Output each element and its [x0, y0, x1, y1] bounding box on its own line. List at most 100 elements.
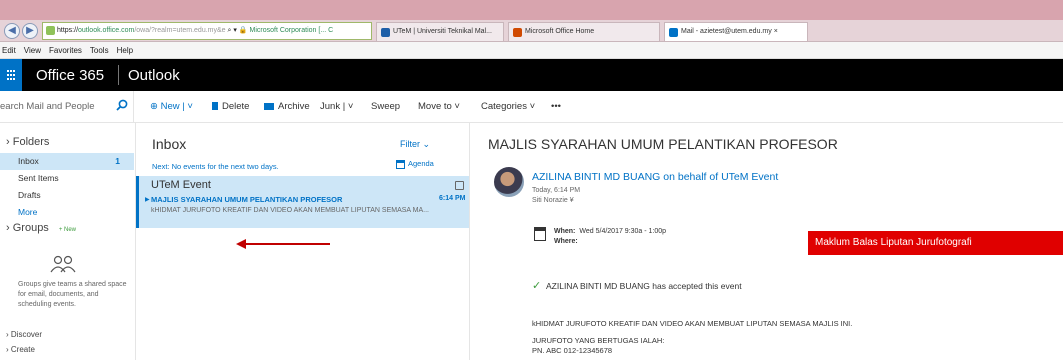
unread-count: 1	[115, 156, 120, 166]
junk-button[interactable]: Junk | ˅	[320, 101, 353, 112]
suite-header: Office 365 Outlook	[0, 59, 1063, 91]
folder-label: Sent Items	[18, 173, 59, 183]
create-link[interactable]: › Create	[6, 345, 35, 354]
browser-toolbar: ◀ ▶ https://outlook.office.com/owa/?real…	[0, 20, 1063, 42]
secure-icon	[46, 26, 55, 35]
groups-icon	[50, 255, 76, 273]
menu-bar: Edit View Favorites Tools Help	[0, 42, 1063, 59]
archive-button[interactable]: Archive	[264, 101, 310, 112]
create-label: Create	[10, 345, 35, 354]
recipient-list[interactable]: Siti Norazie ¥	[532, 197, 574, 204]
list-item[interactable]: UTeM Event ▶ MAJLIS SYARAHAN UMUM PELANT…	[136, 176, 469, 228]
accepted-status: AZILINA BINTI MD BUANG has accepted this…	[546, 281, 742, 291]
next-events-notice: Next: No events for the next two days.	[152, 162, 279, 171]
email-body-line: kHIDMAT JURUFOTO KREATIF DAN VIDEO AKAN …	[532, 319, 853, 328]
folder-label: Drafts	[18, 190, 41, 200]
folder-sent-items[interactable]: Sent Items	[0, 170, 134, 187]
more-actions-button[interactable]: •••	[551, 101, 561, 112]
message-flag-icon[interactable]	[455, 181, 464, 190]
annotation-callout: Maklum Balas Liputan Jurufotografi	[808, 231, 1063, 255]
header-divider	[118, 65, 119, 85]
folder-label: Inbox	[18, 156, 39, 166]
new-button[interactable]: ⊕ New | ˅	[150, 101, 193, 112]
annotation-arrow-line	[244, 243, 330, 245]
sweep-button[interactable]: Sweep	[371, 101, 400, 112]
when-value: Wed 5/4/2017 9:30a - 1:00p	[579, 228, 667, 235]
categories-button[interactable]: Categories ˅	[481, 101, 535, 112]
tab-favicon-icon	[669, 28, 678, 37]
trash-icon	[212, 102, 218, 110]
delete-button[interactable]: Delete	[212, 101, 249, 112]
when-label: When:	[554, 228, 576, 235]
tab-label: Microsoft Office Home	[525, 28, 595, 35]
message-list: Inbox Filter ⌄ Next: No events for the n…	[136, 123, 470, 360]
message-sender: UTeM Event	[151, 179, 211, 191]
certificate-label[interactable]: Microsoft Corporation [... C	[250, 27, 334, 34]
url-domain: outlook.office.com	[78, 27, 135, 34]
email-subject: MAJLIS SYARAHAN UMUM PELANTIKAN PROFESOR	[488, 136, 838, 152]
tab-favicon-icon	[513, 28, 522, 37]
message-subject: MAJLIS SYARAHAN UMUM PELANTIKAN PROFESOR	[151, 195, 343, 204]
browser-tab-office-home[interactable]: Microsoft Office Home	[508, 22, 660, 41]
meeting-when: When: Wed 5/4/2017 9:30a - 1:00p	[554, 228, 666, 235]
address-bar-icons: ⌕ ▾ 🔒	[227, 27, 248, 34]
message-time: 6:14 PM	[439, 195, 466, 202]
browser-tab-mail[interactable]: Mail - azietest@utem.edu.my ×	[664, 22, 808, 41]
groups-heading[interactable]: › Groups + New	[6, 222, 76, 234]
suite-title[interactable]: Office 365	[36, 67, 104, 84]
command-bar: earch Mail and People ⊕ New | ˅ Delete A…	[0, 91, 1063, 123]
address-bar[interactable]: https://outlook.office.com/owa/?realm=ut…	[42, 22, 372, 40]
move-to-button[interactable]: Move to ˅	[418, 101, 460, 112]
menu-tools[interactable]: Tools	[90, 46, 109, 55]
menu-favorites[interactable]: Favorites	[49, 46, 82, 55]
groups-description: Groups give teams a shared space for ema…	[18, 281, 127, 308]
meeting-where: Where:	[554, 238, 582, 245]
checkmark-icon: ✓	[532, 280, 542, 292]
forward-icon[interactable]: ▶	[22, 23, 38, 39]
unread-arrow-icon: ▶	[145, 197, 150, 203]
browser-tab-utem[interactable]: UTeM | Universiti Teknikal Mal...	[376, 22, 504, 41]
filter-button[interactable]: Filter ⌄	[400, 139, 430, 150]
folder-drafts[interactable]: Drafts	[0, 187, 134, 204]
discover-label: Discover	[10, 330, 43, 339]
back-icon[interactable]: ◀	[4, 23, 20, 39]
discover-link[interactable]: › Discover	[6, 330, 42, 339]
menu-help[interactable]: Help	[117, 46, 133, 55]
waffle-icon	[7, 70, 15, 80]
tab-label: UTeM | Universiti Teknikal Mal...	[393, 28, 492, 35]
where-label: Where:	[554, 238, 578, 245]
app-title[interactable]: Outlook	[128, 67, 180, 84]
calendar-icon	[396, 159, 405, 169]
sent-time: Today, 6:14 PM	[532, 187, 581, 194]
calendar-icon	[534, 227, 546, 241]
search-icon[interactable]	[116, 99, 128, 111]
menu-edit[interactable]: Edit	[2, 46, 16, 55]
tab-favicon-icon	[381, 28, 390, 37]
browser-title-strip	[0, 0, 1063, 20]
folders-more-link[interactable]: More	[0, 204, 134, 221]
search-box[interactable]: earch Mail and People	[0, 91, 134, 123]
next-events-text: Next: No events for the next two days.	[152, 162, 279, 171]
archive-label: Archive	[278, 101, 310, 112]
email-body-line: JURUFOTO YANG BERTUGAS IALAH:	[532, 336, 665, 345]
groups-heading-label: Groups	[12, 222, 49, 234]
new-group-button[interactable]: + New	[59, 227, 76, 233]
email-body-line: PN. ABC 012-12345678	[532, 346, 613, 355]
folders-heading[interactable]: › Folders	[6, 136, 49, 148]
avatar[interactable]	[494, 167, 524, 197]
search-input[interactable]: earch Mail and People	[0, 101, 95, 112]
archive-icon	[264, 103, 274, 110]
inbox-title: Inbox	[152, 136, 187, 152]
delete-label: Delete	[222, 101, 250, 112]
folder-inbox[interactable]: Inbox 1	[0, 153, 134, 170]
url-path: /owa/?realm=utem.edu.my&e	[134, 27, 226, 34]
url-prefix: https://	[57, 27, 79, 34]
sender-name[interactable]: AZILINA BINTI MD BUANG on behalf of UTeM…	[532, 171, 778, 183]
message-preview: kHIDMAT JURUFOTO KREATIF DAN VIDEO AKAN …	[151, 207, 429, 214]
menu-view[interactable]: View	[24, 46, 41, 55]
tab-label: Mail - azietest@utem.edu.my ×	[681, 28, 778, 35]
agenda-button[interactable]: Agenda	[396, 159, 434, 169]
app-launcher-button[interactable]	[0, 59, 22, 91]
folder-pane: › Folders Inbox 1 Sent Items Drafts More…	[0, 123, 136, 360]
agenda-label: Agenda	[408, 159, 434, 168]
